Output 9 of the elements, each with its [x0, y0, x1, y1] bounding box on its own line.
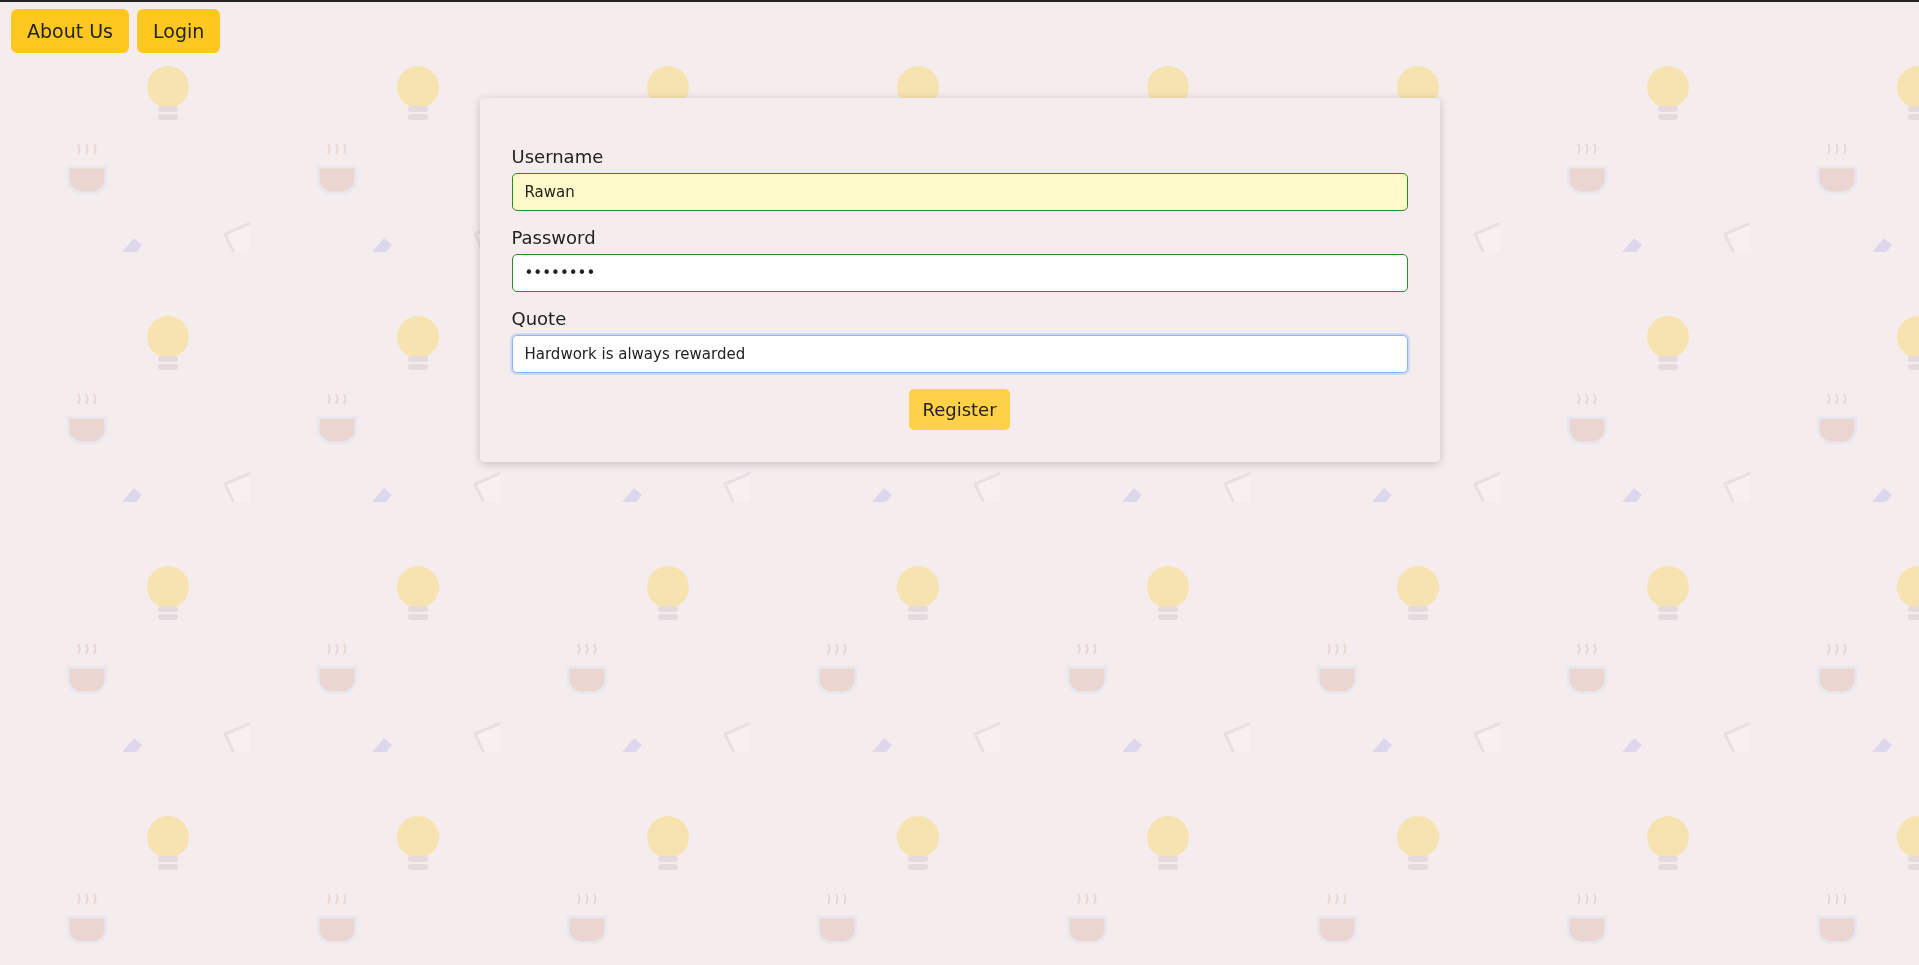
input-field[interactable]: •••••••• [511, 254, 1408, 292]
nav-button[interactable]: Login [137, 9, 221, 53]
register-button[interactable]: Register [909, 389, 1010, 430]
input-field[interactable]: Rawan [511, 173, 1408, 211]
field-label: Password [511, 227, 597, 248]
field-label: Quote [511, 308, 568, 329]
input-field[interactable]: Hardwork is always rewarded [511, 335, 1408, 373]
field-label: Username [511, 146, 605, 167]
nav-button[interactable]: About Us [11, 9, 130, 53]
